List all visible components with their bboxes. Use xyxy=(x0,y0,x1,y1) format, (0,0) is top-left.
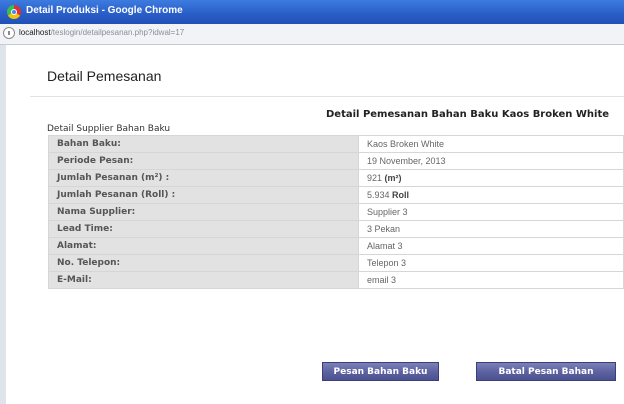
table-row: Lead Time: 3 Pekan xyxy=(48,220,624,238)
table-caption: Detail Supplier Bahan Baku xyxy=(47,124,171,134)
table-row: E-Mail: email 3 xyxy=(48,271,624,289)
row-value-text: Telepon 3 xyxy=(367,258,407,268)
window-titlebar: Detail Produksi - Google Chrome xyxy=(0,0,624,25)
row-value: Alamat 3 xyxy=(358,237,624,255)
row-value: 3 Pekan xyxy=(358,220,624,238)
chrome-logo-icon xyxy=(7,5,21,19)
section-title: Detail Pemesanan Bahan Baku Kaos Broken … xyxy=(326,109,610,120)
row-label: No. Telepon: xyxy=(48,254,359,272)
row-label: Bahan Baku: xyxy=(48,135,359,153)
detail-table: Bahan Baku: Kaos Broken White Periode Pe… xyxy=(48,135,624,289)
address-bar[interactable]: localhost/teslogin/detailpesanan.php?idw… xyxy=(0,24,624,45)
page-title: Detail Pemesanan xyxy=(47,68,162,84)
url-text[interactable]: localhost/teslogin/detailpesanan.php?idw… xyxy=(19,28,184,37)
page-info-icon[interactable] xyxy=(3,27,15,39)
row-value-text: email 3 xyxy=(367,275,397,285)
row-value: Telepon 3 xyxy=(358,254,624,272)
row-label: Nama Supplier: xyxy=(48,203,359,221)
row-label: Lead Time: xyxy=(48,220,359,238)
row-value-text: Alamat 3 xyxy=(367,241,403,251)
row-value-text: Supplier 3 xyxy=(367,207,408,217)
table-row: Alamat: Alamat 3 xyxy=(48,237,624,255)
table-row: Periode Pesan: 19 November, 2013 xyxy=(48,152,624,170)
cancel-order-button[interactable]: Batal Pesan Bahan xyxy=(476,362,616,381)
row-value-text: 5.934 xyxy=(367,190,390,200)
table-row: Nama Supplier: Supplier 3 xyxy=(48,203,624,221)
row-unit: (m²) xyxy=(384,173,402,183)
row-value: Kaos Broken White xyxy=(358,135,624,153)
row-value: 5.934 Roll xyxy=(358,186,624,204)
row-value-text: 921 xyxy=(367,173,383,183)
order-material-button[interactable]: Pesan Bahan Baku xyxy=(322,362,439,381)
row-label: Jumlah Pesanan (m²) : xyxy=(48,169,359,187)
row-label: Alamat: xyxy=(48,237,359,255)
row-value: email 3 xyxy=(358,271,624,289)
row-value: Supplier 3 xyxy=(358,203,624,221)
title-divider xyxy=(30,96,624,97)
url-host: localhost xyxy=(19,28,51,37)
table-row: Jumlah Pesanan (Roll) : 5.934 Roll xyxy=(48,186,624,204)
row-value: 921 (m²) xyxy=(358,169,624,187)
row-value-text: 19 November, 2013 xyxy=(367,156,446,166)
row-value-text: Kaos Broken White xyxy=(367,139,445,149)
row-value: 19 November, 2013 xyxy=(358,152,624,170)
table-row: No. Telepon: Telepon 3 xyxy=(48,254,624,272)
table-row: Jumlah Pesanan (m²) : 921 (m²) xyxy=(48,169,624,187)
row-value-text: 3 Pekan xyxy=(367,224,401,234)
window-title: Detail Produksi - Google Chrome xyxy=(26,5,183,16)
row-label: Jumlah Pesanan (Roll) : xyxy=(48,186,359,204)
row-unit: Roll xyxy=(392,190,410,200)
row-label: E-Mail: xyxy=(48,271,359,289)
url-path: /teslogin/detailpesanan.php?idwal=17 xyxy=(50,28,185,37)
row-label: Periode Pesan: xyxy=(48,152,359,170)
table-row: Bahan Baku: Kaos Broken White xyxy=(48,135,624,153)
